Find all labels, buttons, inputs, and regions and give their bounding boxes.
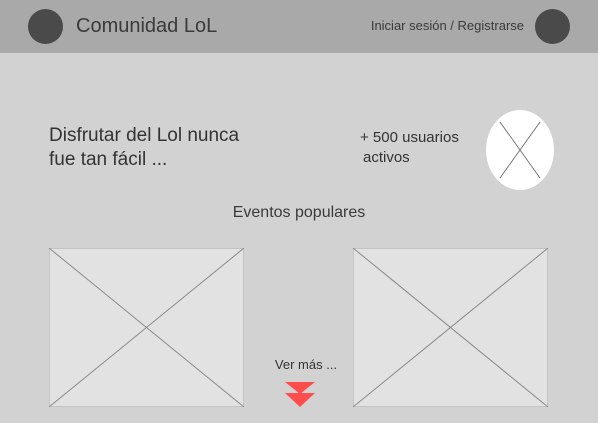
active-users-count: + 500 usuarios activos	[360, 128, 490, 168]
active-users-line2: activos	[363, 149, 410, 166]
user-avatar[interactable]	[535, 9, 570, 44]
event-image-placeholder	[49, 248, 244, 407]
hero-tagline: Disfrutar del Lol nunca fue tan fácil ..…	[49, 124, 289, 172]
event-card[interactable]	[49, 248, 244, 407]
logo-icon[interactable]	[28, 9, 63, 44]
hero-tagline-line2: fue tan fácil ...	[49, 149, 168, 170]
event-image-placeholder	[353, 248, 548, 407]
site-title[interactable]: Comunidad LoL	[76, 15, 217, 38]
event-card[interactable]	[353, 248, 548, 407]
top-bar: Comunidad LoL Iniciar sesión / Registrar…	[0, 0, 598, 53]
users-image-placeholder	[486, 110, 554, 190]
hero-tagline-line1: Disfrutar del Lol nunca	[49, 125, 240, 146]
double-chevron-down-icon[interactable]	[285, 382, 315, 408]
login-register-link[interactable]: Iniciar sesión / Registrarse	[371, 18, 524, 33]
popular-events-title: Eventos populares	[232, 204, 366, 221]
see-more-link[interactable]: Ver más ...	[270, 357, 342, 372]
active-users-line1: + 500 usuarios	[360, 129, 459, 146]
